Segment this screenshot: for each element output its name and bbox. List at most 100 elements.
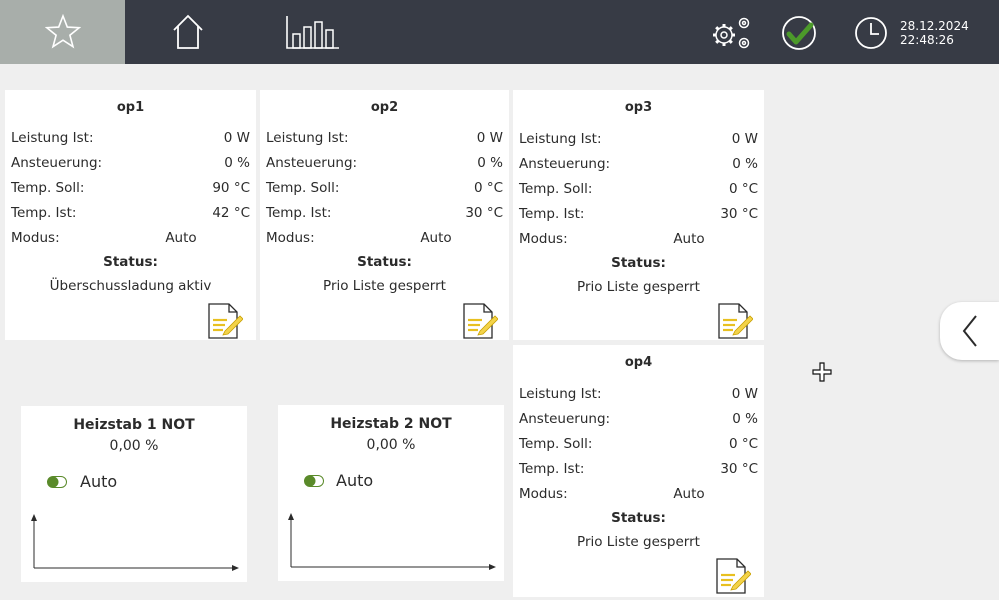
heater-value: 0,00 % (109, 438, 159, 454)
tab-home[interactable] (125, 0, 250, 64)
temp-actual-value: 30 °C (465, 205, 503, 221)
heater-value: 0,00 % (366, 437, 416, 453)
mode-row: Modus: Auto (519, 484, 758, 504)
mode-row: Modus: Auto (11, 228, 250, 248)
device-card-op2: op2 Leistung Ist: 0 W Ansteuerung: 0 % Tem… (260, 90, 509, 340)
control-label: Ansteuerung: (519, 411, 611, 427)
power-value: 0 W (476, 130, 503, 146)
device-card-op4: op4 Leistung Ist: 0 W Ansteuerung: 0 % Tem… (513, 345, 764, 597)
heater-name: Heizstab 2 NOT (330, 416, 452, 432)
device-name: op4 (624, 355, 653, 370)
power-label: Leistung Ist: (11, 130, 94, 146)
temp-actual-label: Temp. Ist: (519, 206, 585, 222)
mode-label: Modus: (11, 230, 60, 246)
temp-actual-value: 30 °C (720, 461, 758, 477)
status-label: Status: (357, 254, 412, 270)
edit-document-icon[interactable] (207, 302, 243, 340)
device-name: op1 (116, 100, 145, 115)
control-row: Ansteuerung: 0 % (519, 409, 758, 429)
device-card-op3: op3 Leistung Ist: 0 W Ansteuerung: 0 % Tem… (513, 90, 764, 340)
device-card-op1: op1 Leistung Ist: 0 W Ansteuerung: 0 % Tem… (5, 90, 256, 340)
date-text: 28.12.2024 (900, 19, 969, 33)
temp-actual-value: 42 °C (212, 205, 250, 221)
star-icon (44, 14, 81, 49)
power-label: Leistung Ist: (266, 130, 349, 146)
mode-value: Auto (673, 486, 705, 502)
heater-name: Heizstab 1 NOT (73, 417, 195, 433)
mode-toggle-icon[interactable] (47, 476, 67, 488)
temp-actual-label: Temp. Ist: (11, 205, 77, 221)
temp-target-row: Temp. Soll: 90 °C (11, 178, 250, 198)
edit-document-icon[interactable] (715, 557, 751, 595)
control-row: Ansteuerung: 0 % (266, 153, 503, 173)
temp-target-value: 90 °C (212, 180, 250, 196)
time-text: 22:48:26 (900, 33, 954, 47)
mode-toggle-icon[interactable] (304, 475, 324, 487)
clock-icon[interactable] (852, 14, 890, 52)
mode-row: Modus: Auto (266, 228, 503, 248)
chevron-left-icon (962, 315, 977, 347)
power-row: Leistung Ist: 0 W (11, 128, 250, 148)
power-value: 0 W (731, 386, 758, 402)
power-label: Leistung Ist: (519, 131, 602, 147)
status-value: Prio Liste gesperrt (577, 534, 700, 550)
datetime: 28.12.2024 22:48:26 (900, 19, 969, 47)
heater-card-1[interactable]: Heizstab 1 NOT 0,00 % Auto (21, 406, 247, 582)
power-value: 0 W (223, 130, 250, 146)
control-row: Ansteuerung: 0 % (519, 154, 758, 174)
status-label: Status: (611, 255, 666, 271)
heater-mode: Auto (80, 472, 118, 491)
mode-value: Auto (673, 231, 705, 247)
control-label: Ansteuerung: (11, 155, 103, 171)
control-value: 0 % (732, 411, 758, 427)
status-label: Status: (611, 510, 666, 526)
heater-card-2[interactable]: Heizstab 2 NOT 0,00 % Auto (278, 405, 504, 581)
mode-value: Auto (420, 230, 452, 246)
status-ok-icon[interactable] (780, 14, 818, 52)
power-row: Leistung Ist: 0 W (519, 129, 758, 149)
control-value: 0 % (224, 155, 250, 171)
device-name: op3 (624, 100, 653, 115)
edit-document-icon[interactable] (717, 302, 753, 340)
temp-actual-row: Temp. Ist: 30 °C (266, 203, 503, 223)
temp-target-label: Temp. Soll: (519, 436, 593, 452)
mode-value: Auto (165, 230, 197, 246)
power-value: 0 W (731, 131, 758, 147)
temp-actual-row: Temp. Ist: 42 °C (11, 203, 250, 223)
temp-actual-row: Temp. Ist: 30 °C (519, 459, 758, 479)
bar-chart-icon (285, 16, 339, 49)
temp-target-label: Temp. Soll: (519, 181, 593, 197)
power-label: Leistung Ist: (519, 386, 602, 402)
side-panel-toggle[interactable] (940, 302, 999, 360)
temp-target-value: 0 °C (473, 180, 503, 196)
mini-trend-chart (288, 513, 496, 570)
control-label: Ansteuerung: (266, 155, 358, 171)
temp-target-label: Temp. Soll: (11, 180, 85, 196)
control-value: 0 % (477, 155, 503, 171)
power-row: Leistung Ist: 0 W (266, 128, 503, 148)
temp-target-label: Temp. Soll: (266, 180, 340, 196)
status-label: Status: (103, 254, 158, 270)
settings-gears-icon[interactable] (708, 14, 756, 52)
edit-document-icon[interactable] (462, 302, 498, 340)
device-name: op2 (370, 100, 399, 115)
mode-row: Modus: Auto (519, 229, 758, 249)
temp-actual-row: Temp. Ist: 30 °C (519, 204, 758, 224)
temp-target-row: Temp. Soll: 0 °C (519, 434, 758, 454)
temp-target-row: Temp. Soll: 0 °C (266, 178, 503, 198)
temp-target-row: Temp. Soll: 0 °C (519, 179, 758, 199)
tab-favorites[interactable] (0, 0, 125, 64)
mode-label: Modus: (519, 231, 568, 247)
status-value: Prio Liste gesperrt (577, 279, 700, 295)
status-value: Prio Liste gesperrt (323, 278, 446, 294)
top-bar: 28.12.2024 22:48:26 (0, 0, 999, 64)
temp-actual-label: Temp. Ist: (266, 205, 332, 221)
temp-target-value: 0 °C (728, 436, 758, 452)
status-value: Überschussladung aktiv (49, 278, 212, 294)
control-row: Ansteuerung: 0 % (11, 153, 250, 173)
tab-statistics[interactable] (250, 0, 375, 64)
home-icon (172, 14, 203, 49)
mode-label: Modus: (519, 486, 568, 502)
mini-trend-chart (31, 514, 239, 571)
crosshair-cursor-icon (812, 362, 832, 382)
